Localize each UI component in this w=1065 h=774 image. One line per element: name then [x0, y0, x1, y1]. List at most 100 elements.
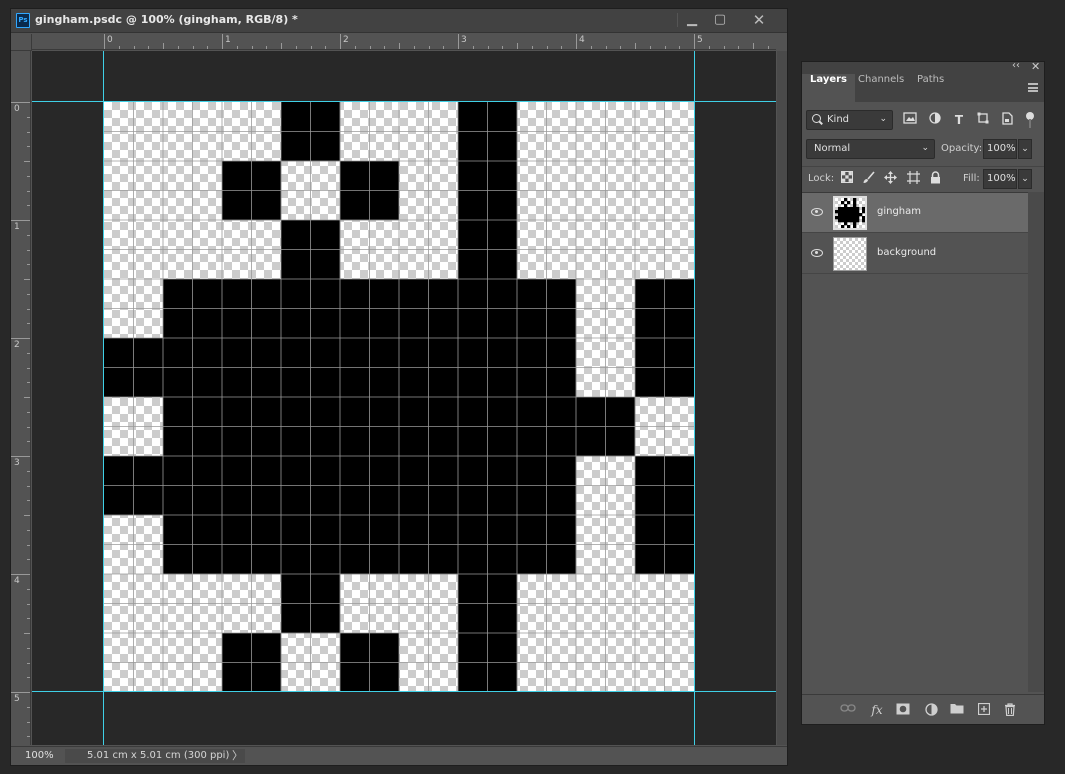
filter-kind-select[interactable]: Kind ⌄ — [806, 110, 893, 130]
ruler-tick — [11, 102, 30, 103]
lock-image-pixels-icon[interactable] — [861, 171, 875, 185]
ruler-tick — [27, 146, 30, 148]
document-size-info[interactable]: 5.01 cm x 5.01 cm (300 ppi) — [65, 749, 245, 763]
ruler-tick — [708, 46, 710, 49]
black-pixel-block — [844, 216, 848, 220]
document-titlebar[interactable]: Ps gingham.psdc @ 100% (gingham, RGB/8) … — [11, 9, 787, 33]
folder-icon[interactable] — [949, 703, 965, 717]
fx-icon[interactable]: fx — [869, 703, 885, 717]
ruler-tick — [767, 46, 769, 49]
ruler-tick — [738, 46, 740, 49]
document-canvas[interactable] — [104, 102, 694, 692]
ruler-tick — [635, 43, 636, 49]
ruler-tick — [27, 721, 30, 723]
eye-icon[interactable] — [811, 249, 823, 257]
fill-dropdown-icon[interactable]: ⌄ — [1018, 169, 1032, 189]
black-pixel-block — [835, 216, 839, 220]
shape-filter-icon[interactable] — [975, 112, 991, 128]
black-pixel-block — [841, 225, 845, 228]
ruler-tick — [27, 367, 30, 369]
horizontal-ruler[interactable]: 0 1 2 3 4 5 — [32, 34, 776, 50]
ruler-tick — [24, 161, 30, 162]
tab-layers[interactable]: Layers — [802, 74, 855, 102]
tab-paths[interactable]: Paths — [909, 74, 952, 102]
ruler-label: 4 — [14, 576, 20, 586]
ruler-tick — [27, 175, 30, 177]
ruler-tick — [24, 279, 30, 280]
guide-horizontal-top[interactable] — [32, 101, 776, 102]
new-layer-icon[interactable] — [976, 702, 992, 717]
opacity-dropdown-icon[interactable]: ⌄ — [1018, 139, 1032, 159]
adjustment-filter-icon[interactable] — [927, 112, 943, 128]
filter-toggle-switch[interactable] — [1026, 112, 1034, 128]
adjustment-icon[interactable] — [923, 703, 939, 717]
panel-header-strip[interactable]: ‹‹ ✕ — [802, 60, 1044, 74]
canvas-workspace[interactable] — [32, 51, 776, 745]
mask-icon[interactable] — [895, 703, 911, 717]
smart-object-filter-icon[interactable] — [999, 112, 1015, 128]
guide-horizontal-bottom[interactable] — [32, 691, 776, 692]
close-button[interactable]: ✕ — [748, 11, 770, 29]
black-pixel-block — [841, 216, 845, 220]
trash-icon[interactable] — [1002, 703, 1018, 717]
layer-filter-row: Kind ⌄ T — [802, 108, 1044, 134]
opacity-label: Opacity: — [941, 143, 983, 154]
opacity-field[interactable]: 100% — [983, 139, 1017, 159]
black-pixel-block — [859, 213, 863, 217]
lock-artboard-icon[interactable] — [906, 171, 920, 185]
layers-scrollbar[interactable] — [1028, 192, 1044, 692]
blend-row: Normal ⌄ Opacity: 100% ⌄ — [802, 138, 1044, 162]
status-menu-arrow-icon[interactable]: 〉 — [232, 749, 243, 763]
eye-icon[interactable] — [811, 208, 823, 216]
ruler-tick — [27, 544, 30, 546]
collapse-panel-icon[interactable]: ‹‹ — [1012, 60, 1020, 71]
black-pixel-block — [850, 219, 854, 223]
ruler-tick — [207, 46, 209, 49]
lock-label: Lock: — [808, 173, 835, 184]
ruler-tick — [27, 323, 30, 325]
layer-name[interactable]: background — [877, 247, 936, 258]
fill-field[interactable]: 100% — [983, 169, 1017, 189]
link-icon[interactable] — [840, 703, 856, 717]
black-pixel-block — [850, 216, 854, 220]
ruler-tick — [546, 46, 548, 49]
search-icon — [812, 114, 821, 123]
ruler-origin[interactable] — [11, 34, 32, 51]
black-pixel-block — [856, 207, 860, 211]
ruler-tick — [104, 34, 105, 49]
ruler-tick — [531, 46, 533, 49]
ruler-tick — [24, 515, 30, 516]
ruler-tick — [325, 46, 327, 49]
ruler-tick — [27, 426, 30, 428]
image-filter-icon[interactable] — [902, 112, 918, 128]
black-pixel-block — [841, 219, 845, 223]
panel-menu-icon[interactable] — [1028, 83, 1038, 92]
layer-row-gingham[interactable]: gingham — [802, 193, 1028, 233]
maximize-button[interactable]: ▢ — [709, 11, 731, 29]
black-pixel-block — [847, 207, 851, 211]
lock-all-icon[interactable] — [928, 171, 942, 185]
black-pixel-block — [853, 213, 857, 217]
tab-channels[interactable]: Channels — [850, 74, 912, 102]
black-pixel-block — [847, 219, 851, 223]
vertical-ruler[interactable]: 0 1 2 3 4 5 — [11, 51, 31, 745]
minimize-button[interactable]: ▁ — [681, 11, 703, 29]
black-pixel-block — [841, 213, 845, 217]
blend-mode-select[interactable]: Normal ⌄ — [806, 139, 935, 159]
layer-name[interactable]: gingham — [877, 206, 921, 217]
status-bar: 100% 5.01 cm x 5.01 cm (300 ppi) 〉 — [11, 746, 787, 765]
guide-vertical-left[interactable] — [103, 51, 104, 745]
ruler-tick — [163, 43, 164, 49]
guide-vertical-right[interactable] — [694, 51, 695, 745]
type-filter-icon[interactable]: T — [951, 112, 967, 128]
close-panel-icon[interactable]: ✕ — [1031, 60, 1040, 73]
black-pixel-block — [847, 225, 851, 228]
lock-transparent-pixels-icon[interactable] — [840, 171, 854, 185]
zoom-level-field[interactable]: 100% — [15, 749, 59, 763]
ruler-tick — [487, 46, 489, 49]
lock-position-icon[interactable] — [883, 171, 897, 185]
ruler-tick — [177, 46, 179, 49]
vertical-scrollbar[interactable] — [777, 51, 787, 745]
layer-row-background[interactable]: background — [802, 234, 1028, 274]
ruler-label: 5 — [697, 35, 703, 45]
